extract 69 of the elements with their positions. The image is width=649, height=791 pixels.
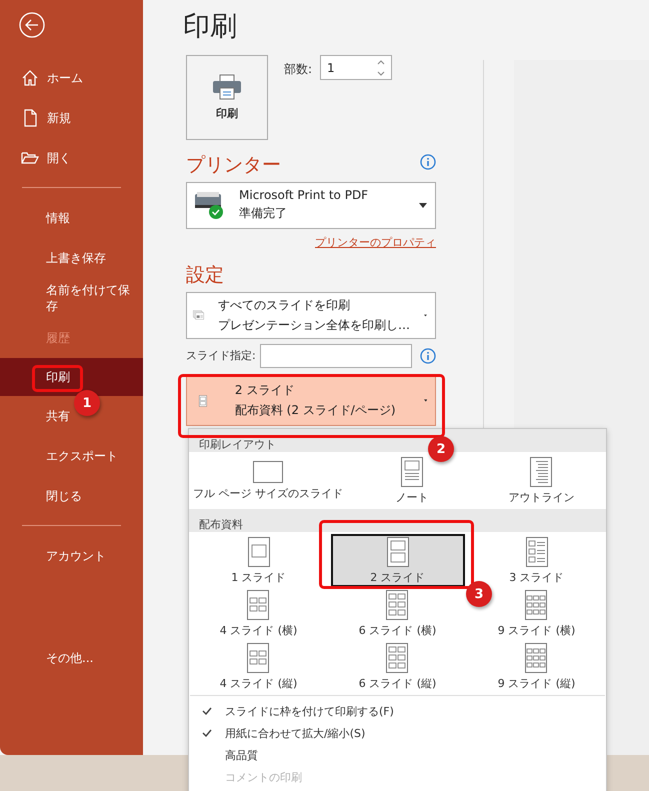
info-icon[interactable] <box>420 348 436 364</box>
printer-name: Microsoft Print to PDF <box>239 188 370 202</box>
printer-dropdown[interactable]: Microsoft Print to PDF 準備完了 <box>186 182 436 229</box>
sidebar-item[interactable]: 新規 <box>0 98 143 138</box>
sidebar-item[interactable]: 印刷 <box>46 368 70 386</box>
slide-range-label: スライド指定: <box>186 348 256 363</box>
landscape-slide-icon <box>253 460 283 482</box>
page-layout-icon <box>526 536 548 566</box>
page-layout-icon <box>247 590 270 620</box>
dropdown-caret-icon <box>424 398 427 403</box>
menu-option[interactable]: スライドに枠を付けて印刷する(F) <box>189 700 606 722</box>
sidebar-item[interactable]: アカウント <box>0 536 143 576</box>
menu-section-heading: 配布資料 <box>189 509 606 532</box>
sidebar-item[interactable]: 上書き保存 <box>46 250 106 266</box>
copies-label: 部数: <box>284 61 312 78</box>
layout-option[interactable]: 6 スライド (縦) <box>354 640 440 693</box>
checkmark-icon <box>202 707 212 715</box>
spin-arrows-icon[interactable] <box>377 58 386 76</box>
sidebar-item[interactable]: 情報 <box>46 210 70 226</box>
sidebar-item[interactable]: 開く <box>0 138 143 178</box>
dropdown-caret-icon <box>419 202 427 208</box>
page-layout-icon <box>525 590 548 620</box>
highlight-frame <box>32 365 83 392</box>
settings-heading: 設定 <box>186 264 225 288</box>
layout-option[interactable]: 4 スライド (横) <box>216 587 302 640</box>
sidebar-item[interactable]: 共有 <box>46 408 70 424</box>
page-layout-icon <box>386 642 408 672</box>
printer-icon <box>212 74 242 100</box>
page-layout-icon <box>386 590 408 620</box>
layout-option[interactable]: 9 スライド (縦) <box>494 640 580 693</box>
layout-option-description: 配布資料 (2 スライド/ページ) <box>234 402 396 419</box>
page-layout-icon <box>400 456 423 486</box>
slides-option-description: プレゼンテーション全体を印刷し… <box>218 316 410 334</box>
page-layout-icon <box>247 642 270 672</box>
info-icon[interactable] <box>420 154 436 170</box>
sidebar-item[interactable]: エクスポート <box>46 448 118 464</box>
sidebar-item[interactable]: 閉じる <box>46 488 82 504</box>
page-layout-icon <box>525 642 548 672</box>
layout-option[interactable]: アウトライン <box>504 454 578 507</box>
sidebar-item[interactable]: ホーム <box>0 58 143 98</box>
printer-heading: プリンター <box>186 154 281 178</box>
slides-dropdown[interactable]: すべてのスライドを印刷 プレゼンテーション全体を印刷し… <box>186 292 436 338</box>
layout-option[interactable]: 1 スライド <box>227 534 290 587</box>
copies-spinner[interactable]: 1 <box>320 55 392 80</box>
layout-option[interactable]: 4 スライド (縦) <box>216 640 302 693</box>
layout-option[interactable]: 9 スライド (横) <box>494 587 580 640</box>
layout-dropdown[interactable]: 2 スライド 配布資料 (2 スライド/ページ) <box>186 376 436 426</box>
slide-range-field[interactable] <box>260 344 412 368</box>
menu-option[interactable]: 高品質 <box>189 744 606 766</box>
slides-option-title: すべてのスライドを印刷 <box>218 296 352 314</box>
sidebar-item[interactable]: その他... <box>0 638 143 678</box>
page-title: 印刷 <box>183 10 238 44</box>
menu-option[interactable]: 用紙に合わせて拡大/縮小(S) <box>189 722 606 744</box>
layout-option-title: 2 スライド <box>234 382 296 399</box>
layout-option[interactable]: 3 スライド <box>505 534 568 587</box>
printer-ready-icon <box>193 190 225 220</box>
print-button[interactable]: 印刷 <box>186 55 268 140</box>
layout-option[interactable]: 6 スライド (横) <box>354 587 440 640</box>
page-layout-icon <box>386 536 408 566</box>
back-icon[interactable] <box>19 12 45 38</box>
home-icon <box>21 69 39 87</box>
page-layout-icon <box>530 456 552 486</box>
layout-option[interactable]: 2 スライド <box>330 534 464 587</box>
checkmark-icon <box>202 729 212 737</box>
page-layout-icon <box>248 536 270 566</box>
printer-status: 準備完了 <box>239 205 288 222</box>
sidebar-item[interactable]: 名前を付けて保存 <box>46 282 133 314</box>
printer-properties-link[interactable]: プリンターのプロパティ <box>315 234 436 250</box>
layout-option[interactable]: フル ページ サイズのスライド <box>189 454 347 507</box>
